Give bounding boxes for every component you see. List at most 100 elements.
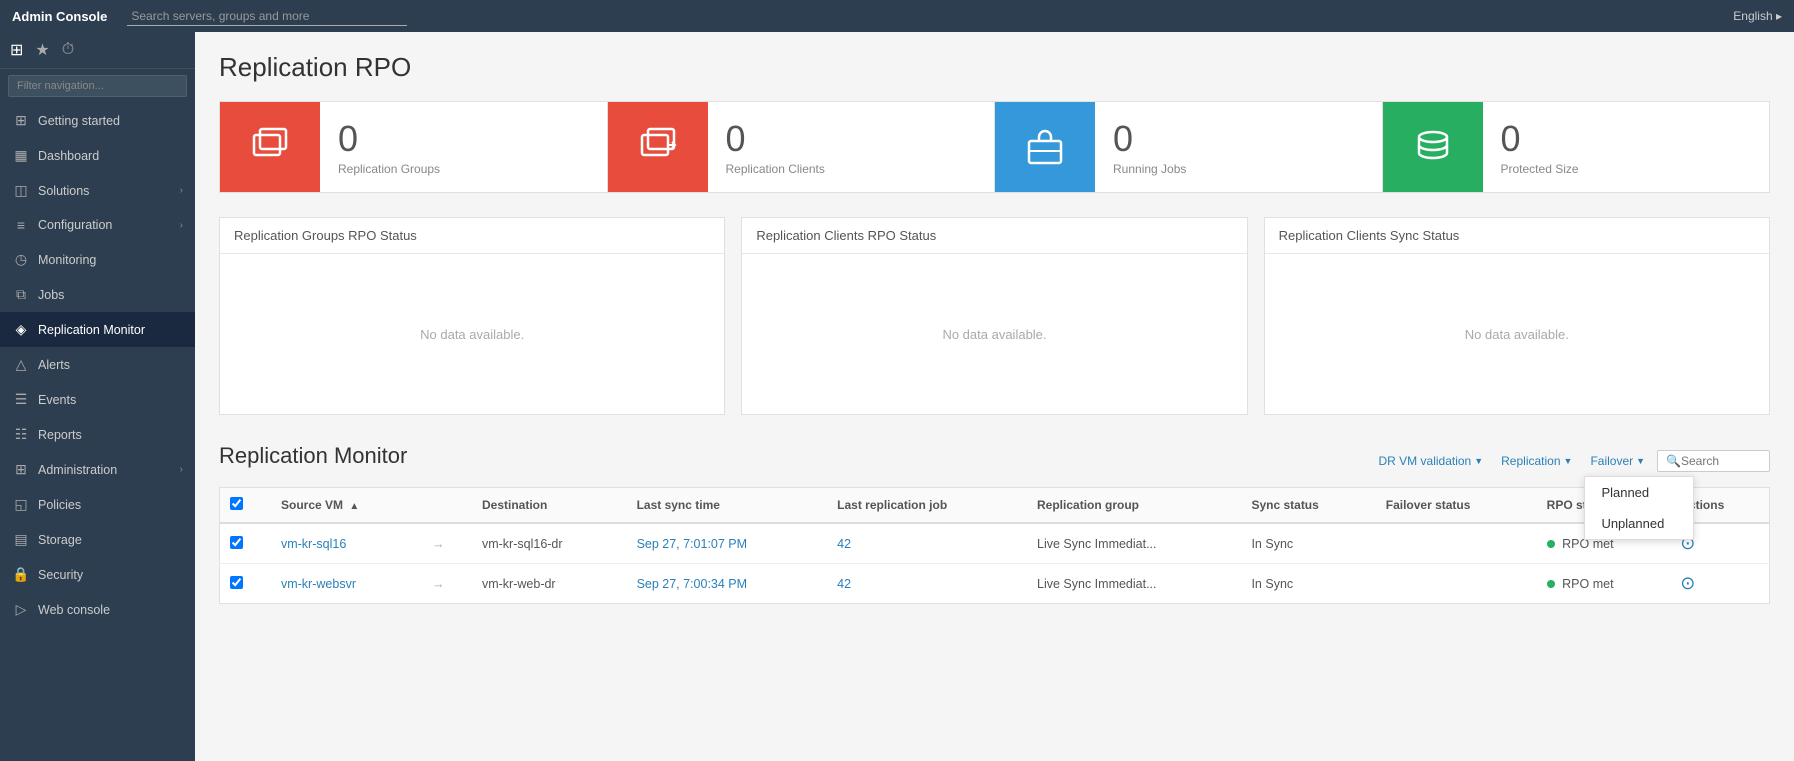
row1-source-vm-link[interactable]: vm-kr-sql16 bbox=[281, 537, 346, 551]
sidebar-item-events[interactable]: ☰ Events bbox=[0, 382, 195, 417]
failover-option-planned[interactable]: Planned bbox=[1585, 477, 1693, 508]
row2-checkbox[interactable] bbox=[230, 576, 243, 589]
top-search[interactable] bbox=[127, 7, 1713, 26]
sidebar-star-icon[interactable]: ★ bbox=[35, 40, 49, 60]
dr-vm-validation-label: DR VM validation bbox=[1379, 454, 1472, 468]
panel-clients-rpo-body: No data available. bbox=[742, 254, 1246, 414]
monitor-header: Replication Monitor DR VM validation ▼ R… bbox=[219, 443, 1770, 479]
row2-rep-job-link[interactable]: 42 bbox=[837, 577, 851, 591]
sidebar-item-solutions[interactable]: ◫ Solutions › bbox=[0, 173, 195, 208]
monitor-search-box[interactable]: 🔍 bbox=[1657, 450, 1770, 472]
sidebar-filter[interactable] bbox=[0, 69, 195, 103]
administration-arrow-icon: › bbox=[180, 464, 183, 475]
sidebar-item-administration[interactable]: ⊞ Administration › bbox=[0, 452, 195, 487]
failover-option-unplanned[interactable]: Unplanned bbox=[1585, 508, 1693, 539]
row1-destination: vm-kr-sql16-dr bbox=[472, 523, 627, 564]
stat-info-protected-size: 0 Protected Size bbox=[1483, 106, 1597, 188]
stat-card-replication-groups: 0 Replication Groups bbox=[219, 101, 608, 193]
select-all-checkbox[interactable] bbox=[230, 497, 243, 510]
source-vm-sort-icon: ▲ bbox=[349, 501, 359, 512]
row2-actions-btn[interactable]: ⊙ bbox=[1680, 573, 1695, 593]
top-search-input[interactable] bbox=[127, 7, 407, 26]
sidebar-label-policies: Policies bbox=[38, 498, 81, 512]
alerts-icon: △ bbox=[12, 356, 30, 373]
table-row: vm-kr-websvr → vm-kr-web-dr Sep 27, 7:00… bbox=[220, 564, 1770, 604]
row2-actions: ⊙ bbox=[1670, 564, 1769, 604]
sidebar-item-configuration[interactable]: ≡ Configuration › bbox=[0, 208, 195, 242]
replication-filter[interactable]: Replication ▼ bbox=[1495, 450, 1578, 472]
stat-info-replication-groups: 0 Replication Groups bbox=[320, 106, 458, 188]
sidebar-item-alerts[interactable]: △ Alerts bbox=[0, 347, 195, 382]
th-sync-status: Sync status bbox=[1241, 488, 1375, 524]
dr-vm-validation-arrow: ▼ bbox=[1474, 456, 1483, 466]
row1-sync-time-link[interactable]: Sep 27, 7:01:07 PM bbox=[637, 537, 748, 551]
monitor-search-icon: 🔍 bbox=[1666, 454, 1681, 468]
monitor-search-input[interactable] bbox=[1681, 454, 1761, 468]
sidebar-item-dashboard[interactable]: ▦ Dashboard bbox=[0, 138, 195, 173]
sidebar-item-reports[interactable]: ☷ Reports bbox=[0, 417, 195, 452]
sidebar-item-security[interactable]: 🔒 Security bbox=[0, 557, 195, 592]
stat-label-replication-clients: Replication Clients bbox=[726, 162, 825, 176]
stat-number-running-jobs: 0 bbox=[1113, 118, 1186, 160]
th-source-vm-label: Source VM bbox=[281, 498, 343, 512]
stat-info-running-jobs: 0 Running Jobs bbox=[1095, 106, 1204, 188]
row1-replication-group: Live Sync Immediat... bbox=[1027, 523, 1241, 564]
app-title: Admin Console bbox=[12, 9, 107, 24]
getting-started-icon: ⊞ bbox=[12, 112, 30, 129]
stat-card-protected-size: 0 Protected Size bbox=[1383, 101, 1771, 193]
sidebar-label-web-console: Web console bbox=[38, 603, 110, 617]
row1-checkbox-cell bbox=[220, 523, 271, 564]
security-icon: 🔒 bbox=[12, 566, 30, 583]
row2-rpo-label: RPO met bbox=[1562, 577, 1613, 591]
sidebar-item-web-console[interactable]: ▷ Web console bbox=[0, 592, 195, 627]
row1-rpo-dot bbox=[1547, 540, 1555, 548]
page-title: Replication RPO bbox=[219, 52, 1770, 83]
stat-card-replication-clients: 0 Replication Clients bbox=[608, 101, 996, 193]
row2-source-vm-link[interactable]: vm-kr-websvr bbox=[281, 577, 356, 591]
briefcase-icon bbox=[1023, 125, 1067, 169]
sidebar-label-jobs: Jobs bbox=[38, 288, 64, 302]
th-source-vm[interactable]: Source VM ▲ bbox=[271, 488, 422, 524]
sidebar-label-events: Events bbox=[38, 393, 76, 407]
row2-failover-status bbox=[1376, 564, 1537, 604]
sidebar-history-icon[interactable]: ⏱ bbox=[62, 41, 74, 59]
sidebar-item-jobs[interactable]: ⧉ Jobs bbox=[0, 277, 195, 312]
failover-filter[interactable]: Failover ▼ bbox=[1584, 450, 1651, 472]
policies-icon: ◱ bbox=[12, 496, 30, 513]
row2-sync-time-link[interactable]: Sep 27, 7:00:34 PM bbox=[637, 577, 748, 591]
sidebar-grid-icon[interactable]: ⊞ bbox=[10, 40, 23, 60]
sidebar-label-reports: Reports bbox=[38, 428, 82, 442]
sidebar-label-monitoring: Monitoring bbox=[38, 253, 96, 267]
sidebar-item-monitoring[interactable]: ◷ Monitoring bbox=[0, 242, 195, 277]
language-selector[interactable]: English ▸ bbox=[1733, 9, 1782, 23]
panel-clients-sync-no-data: No data available. bbox=[1465, 327, 1569, 342]
row1-checkbox[interactable] bbox=[230, 536, 243, 549]
row2-rpo-dot bbox=[1547, 580, 1555, 588]
stat-number-protected-size: 0 bbox=[1501, 118, 1579, 160]
stat-number-replication-clients: 0 bbox=[726, 118, 825, 160]
failover-dropdown: Planned Unplanned bbox=[1584, 476, 1694, 540]
row1-rep-job-link[interactable]: 42 bbox=[837, 537, 851, 551]
sidebar-filter-input[interactable] bbox=[8, 75, 187, 97]
top-bar: Admin Console English ▸ bbox=[0, 0, 1794, 32]
table-header-row: Source VM ▲ Destination Last sync time L… bbox=[220, 488, 1770, 524]
administration-icon: ⊞ bbox=[12, 461, 30, 478]
panel-clients-sync: Replication Clients Sync Status No data … bbox=[1264, 217, 1770, 415]
dashboard-icon: ▦ bbox=[12, 147, 30, 164]
sidebar-item-replication-monitor[interactable]: ◈ Replication Monitor bbox=[0, 312, 195, 347]
copy-icon bbox=[248, 125, 292, 169]
sidebar-item-getting-started[interactable]: ⊞ Getting started bbox=[0, 103, 195, 138]
sidebar-label-alerts: Alerts bbox=[38, 358, 70, 372]
row2-source-vm: vm-kr-websvr bbox=[271, 564, 422, 604]
jobs-icon: ⧉ bbox=[12, 286, 30, 303]
sidebar-item-policies[interactable]: ◱ Policies bbox=[0, 487, 195, 522]
sidebar-item-storage[interactable]: ▤ Storage bbox=[0, 522, 195, 557]
stat-info-replication-clients: 0 Replication Clients bbox=[708, 106, 843, 188]
monitoring-icon: ◷ bbox=[12, 251, 30, 268]
th-replication-group: Replication group bbox=[1027, 488, 1241, 524]
row2-rpo-status: RPO met bbox=[1537, 564, 1671, 604]
dr-vm-validation-filter[interactable]: DR VM validation ▼ bbox=[1373, 450, 1490, 472]
sidebar: ⊞ ★ ⏱ ⊞ Getting started ▦ Dashboard ◫ So… bbox=[0, 32, 195, 761]
row1-source-vm: vm-kr-sql16 bbox=[271, 523, 422, 564]
th-checkbox bbox=[220, 488, 271, 524]
